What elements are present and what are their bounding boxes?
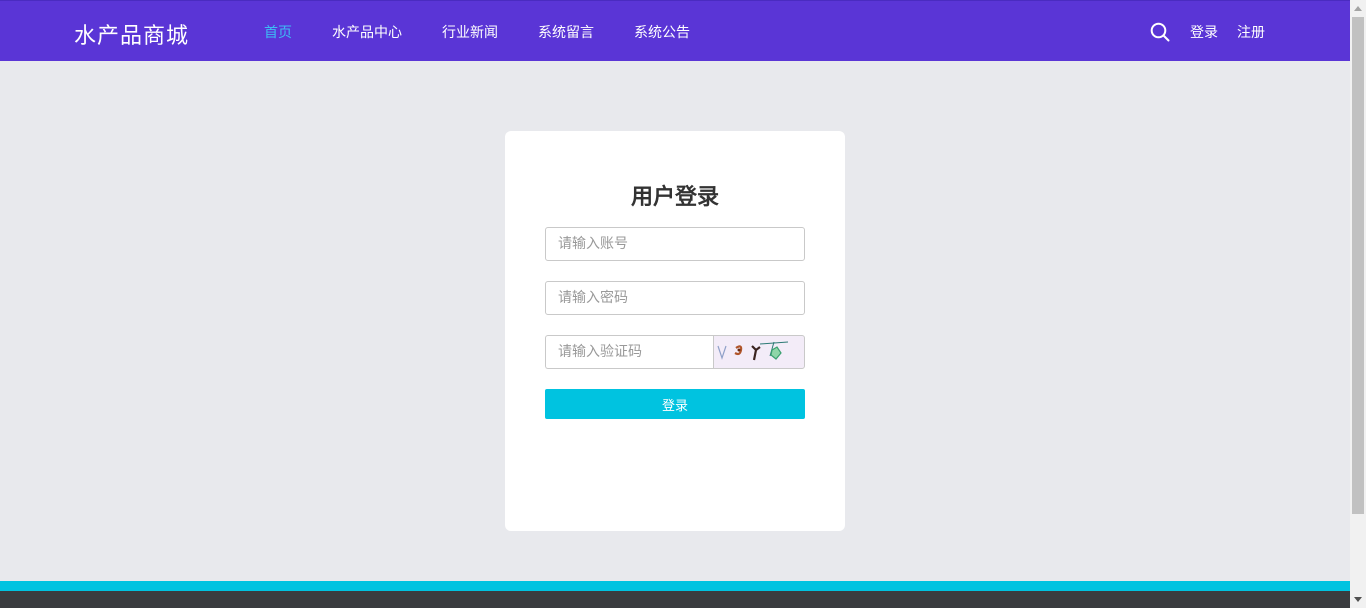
captcha-image[interactable] bbox=[713, 335, 805, 369]
header-login-link[interactable]: 登录 bbox=[1190, 22, 1218, 42]
nav-item-home[interactable]: 首页 bbox=[264, 22, 292, 42]
nav-item-announcements[interactable]: 系统公告 bbox=[634, 22, 690, 42]
scroll-down-arrow-icon[interactable] bbox=[1350, 591, 1366, 608]
footer bbox=[0, 591, 1350, 608]
login-submit-button[interactable]: 登录 bbox=[545, 389, 805, 419]
header-actions: 登录 注册 bbox=[1150, 1, 1265, 62]
scroll-up-arrow-icon[interactable] bbox=[1350, 0, 1366, 17]
vertical-scrollbar[interactable] bbox=[1350, 0, 1366, 608]
site-logo[interactable]: 水产品商城 bbox=[74, 18, 189, 50]
main-nav: 首页 水产品中心 行业新闻 系统留言 系统公告 bbox=[264, 1, 730, 62]
search-icon[interactable] bbox=[1150, 22, 1170, 42]
captcha-row bbox=[545, 335, 805, 369]
login-title: 用户登录 bbox=[630, 185, 719, 210]
top-header: 水产品商城 首页 水产品中心 行业新闻 系统留言 系统公告 登录 注册 bbox=[0, 0, 1350, 61]
nav-item-product-center[interactable]: 水产品中心 bbox=[332, 22, 402, 42]
footer-accent-strip bbox=[0, 581, 1350, 591]
account-input[interactable] bbox=[545, 227, 805, 261]
captcha-glyphs bbox=[717, 341, 789, 361]
nav-item-industry-news[interactable]: 行业新闻 bbox=[442, 22, 498, 42]
scrollbar-thumb[interactable] bbox=[1352, 17, 1364, 514]
header-register-link[interactable]: 注册 bbox=[1237, 22, 1265, 42]
nav-item-messages[interactable]: 系统留言 bbox=[538, 22, 594, 42]
captcha-input[interactable] bbox=[545, 335, 714, 369]
password-input[interactable] bbox=[545, 281, 805, 315]
login-card: 用户登录 登录 bbox=[505, 131, 845, 531]
